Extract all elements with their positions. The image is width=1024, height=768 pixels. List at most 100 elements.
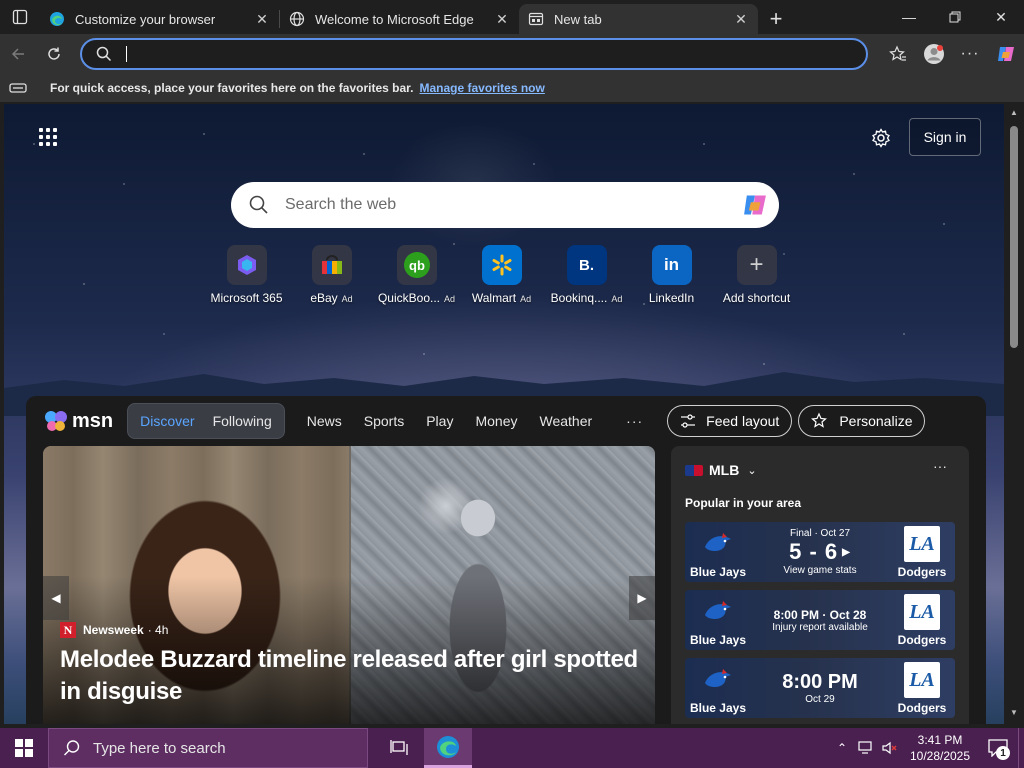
profile-button[interactable] <box>916 38 952 70</box>
source-name: Newsweek <box>83 623 144 637</box>
shortcut-label: QuickBoo... <box>377 291 440 305</box>
tab-customize[interactable]: Customize your browser ✕ <box>40 4 279 34</box>
search-icon <box>249 195 268 214</box>
linkedin-icon: in <box>651 245 692 285</box>
sliders-icon <box>680 413 696 429</box>
hero-news-card[interactable]: ◀ ▶ N Newsweek · 4h Melodee Buzzard time… <box>43 446 655 724</box>
close-icon: ✕ <box>995 8 1007 25</box>
mlb-league-selector[interactable]: MLB ⌄ <box>685 462 757 478</box>
shortcut-label: Add shortcut <box>722 291 791 305</box>
shortcut-add[interactable]: + Add shortcut <box>714 245 799 305</box>
taskbar-search-box[interactable]: Type here to search <box>48 728 368 768</box>
app-launcher-button[interactable] <box>37 126 59 148</box>
team-home: Blue Jays <box>685 662 751 715</box>
game-row[interactable]: Blue Jays Final · Oct 27 5 - 6 ▶ View gam… <box>685 522 955 582</box>
star-edit-icon <box>811 412 829 430</box>
shortcut-microsoft-365[interactable]: Microsoft 365 <box>204 245 289 305</box>
nav-more-button[interactable]: ··· <box>626 413 643 429</box>
page-scrollbar[interactable]: ▲ ▼ <box>1004 104 1024 724</box>
network-icon[interactable] <box>854 741 878 755</box>
back-button[interactable] <box>0 38 36 70</box>
tab-discover[interactable]: Discover <box>131 407 203 435</box>
nav-money[interactable]: Money <box>475 413 517 429</box>
mlb-more-button[interactable]: ··· <box>933 458 947 474</box>
address-bar[interactable] <box>80 38 868 70</box>
manage-favorites-link[interactable]: Manage favorites now <box>419 81 544 95</box>
quick-links: Microsoft 365 eBay Ad qb QuickBoo... Ad Wa… <box>204 245 799 305</box>
game-row[interactable]: Blue Jays 8:00 PM Oct 29 LA Dodgers <box>685 658 955 718</box>
edge-icon <box>48 10 66 28</box>
favorites-button[interactable] <box>880 38 916 70</box>
close-window-button[interactable]: ✕ <box>978 0 1024 34</box>
volume-muted-icon[interactable] <box>878 741 902 755</box>
settings-and-more-button[interactable]: ··· <box>952 38 988 70</box>
feed-layout-button[interactable]: Feed layout <box>667 405 793 437</box>
profile-avatar-icon <box>924 44 944 64</box>
team-home: Blue Jays <box>685 594 751 647</box>
svg-text:qb: qb <box>409 258 425 273</box>
system-clock[interactable]: 3:41 PM 10/28/2025 <box>902 732 978 764</box>
game-score: 5 - 6 ▶ <box>789 539 851 565</box>
carousel-prev-button[interactable]: ◀ <box>43 576 69 620</box>
carousel-next-button[interactable]: ▶ <box>629 576 655 620</box>
new-tab-page: Sign in Search the web Microsoft 365 eBa… <box>4 104 1004 724</box>
game-time: 8:00 PM · Oct 28 <box>773 607 867 622</box>
scroll-down-icon[interactable]: ▼ <box>1008 708 1020 720</box>
task-view-button[interactable] <box>376 728 424 768</box>
show-desktop-button[interactable] <box>1018 728 1024 768</box>
minimize-button[interactable]: — <box>886 0 932 34</box>
shortcut-ebay[interactable]: eBay Ad <box>289 245 374 305</box>
article-headline[interactable]: Melodee Buzzard timeline released after … <box>60 644 650 708</box>
injury-report-link[interactable]: Injury report available <box>772 622 868 633</box>
personalize-button[interactable]: Personalize <box>798 405 926 437</box>
game-stats-link[interactable]: View game stats <box>783 565 856 576</box>
sign-in-button[interactable]: Sign in <box>909 118 981 156</box>
refresh-button[interactable] <box>36 38 72 70</box>
scrollbar-thumb[interactable] <box>1010 126 1018 348</box>
tab-following[interactable]: Following <box>204 407 281 435</box>
tab-welcome[interactable]: Welcome to Microsoft Edge ✕ <box>280 4 519 34</box>
system-tray: ⌃ 3:41 PM 10/28/2025 1 <box>830 728 1024 768</box>
shortcut-booking[interactable]: B. Bookinq.... Ad <box>544 245 629 305</box>
navigation-toolbar: ··· <box>0 34 1024 74</box>
nav-sports[interactable]: Sports <box>364 413 404 429</box>
feed-navigation: msn Discover Following News Sports Play … <box>26 396 986 446</box>
nav-play[interactable]: Play <box>426 413 453 429</box>
ad-badge: Ad <box>341 294 353 304</box>
notifications-button[interactable]: 1 <box>978 728 1018 768</box>
new-tab-button[interactable]: + <box>758 4 794 34</box>
shortcut-quickbooks[interactable]: qb QuickBoo... Ad <box>374 245 459 305</box>
shortcut-linkedin[interactable]: in LinkedIn <box>629 245 714 305</box>
copilot-button[interactable] <box>988 38 1024 70</box>
start-button[interactable] <box>0 728 48 768</box>
scroll-up-icon[interactable]: ▲ <box>1008 108 1020 120</box>
restore-button[interactable] <box>932 0 978 34</box>
game-row[interactable]: Blue Jays 8:00 PM · Oct 28 Injury report… <box>685 590 955 650</box>
msn-butterfly-icon <box>45 411 67 431</box>
team-away: LA Dodgers <box>889 594 955 647</box>
nav-weather[interactable]: Weather <box>539 413 592 429</box>
back-arrow-icon <box>11 48 24 60</box>
search-icon <box>96 46 112 62</box>
copilot-search-button[interactable] <box>739 189 771 221</box>
close-tab-icon[interactable]: ✕ <box>253 10 271 28</box>
game-info: 8:00 PM · Oct 28 Injury report available <box>751 590 889 650</box>
article-source: N Newsweek · 4h <box>60 622 168 638</box>
close-tab-icon[interactable]: ✕ <box>732 10 750 28</box>
restore-icon <box>949 11 961 23</box>
plus-icon: + <box>769 6 783 31</box>
window-controls: — ✕ <box>886 0 1024 34</box>
shortcut-walmart[interactable]: Walmart Ad <box>459 245 544 305</box>
tab-new-tab[interactable]: New tab ✕ <box>519 4 758 34</box>
search-placeholder: Search the web <box>285 196 397 213</box>
chevron-up-icon[interactable]: ⌃ <box>830 741 854 755</box>
page-settings-button[interactable] <box>867 124 895 152</box>
ebay-icon <box>311 245 352 285</box>
taskbar-edge-button[interactable] <box>424 728 472 768</box>
msn-logo[interactable]: msn <box>44 410 113 433</box>
nav-news[interactable]: News <box>307 413 342 429</box>
game-status: Final · Oct 27 <box>789 528 851 539</box>
web-search-box[interactable]: Search the web <box>231 182 779 228</box>
close-tab-icon[interactable]: ✕ <box>493 10 511 28</box>
tab-actions-button[interactable] <box>0 0 40 34</box>
